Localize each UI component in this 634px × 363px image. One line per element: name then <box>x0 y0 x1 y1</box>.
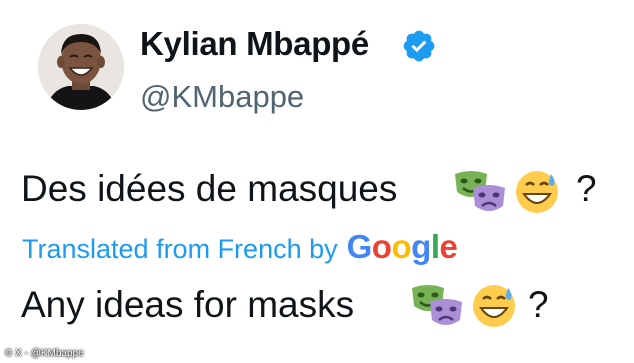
verified-badge-icon <box>403 30 435 62</box>
translation-attribution[interactable]: Translated from French by Google <box>22 228 458 266</box>
display-name[interactable]: Kylian Mbappé <box>140 25 369 63</box>
google-logo: Google <box>346 228 458 265</box>
grinning-sweat-icon <box>516 171 558 213</box>
translation-text: Any ideas for masks <box>21 284 355 325</box>
tweet-card: Kylian Mbappé @KMbappe Des idées de masq… <box>0 0 634 363</box>
tweet-text: Des idées de masques <box>21 168 398 209</box>
performing-arts-icon <box>455 171 505 211</box>
tweet-emoji <box>453 168 563 216</box>
handle[interactable]: @KMbappe <box>140 79 304 115</box>
translation-question-mark: ? <box>528 284 549 325</box>
image-caption: © X - @KMbappe <box>5 348 84 359</box>
performing-arts-icon <box>412 285 462 325</box>
avatar[interactable] <box>38 24 124 110</box>
grinning-sweat-icon <box>473 285 515 327</box>
translation-emoji <box>410 282 520 330</box>
translated-label[interactable]: Translated from French by <box>22 234 338 265</box>
tweet-question-mark: ? <box>576 168 597 209</box>
